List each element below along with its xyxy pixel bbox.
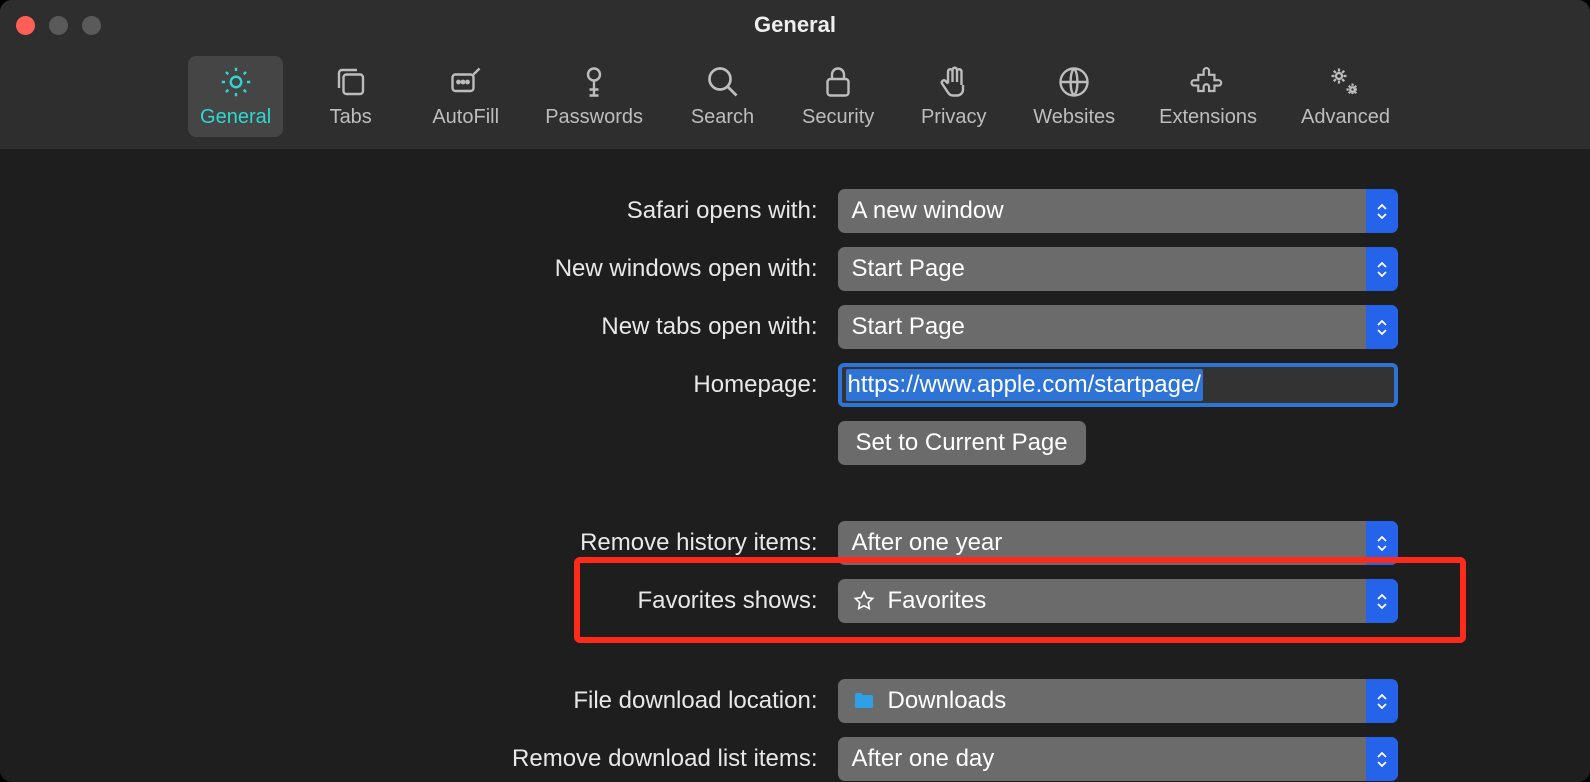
tab-label: Search bbox=[691, 106, 754, 129]
autofill-icon bbox=[448, 64, 484, 100]
preferences-window: General General Tabs AutoFill Passwords bbox=[0, 0, 1590, 782]
tab-label: AutoFill bbox=[432, 106, 499, 129]
hand-icon bbox=[936, 64, 972, 100]
tab-label: Privacy bbox=[921, 106, 987, 129]
key-icon bbox=[576, 64, 612, 100]
puzzle-icon bbox=[1190, 64, 1226, 100]
tab-general[interactable]: General bbox=[188, 56, 283, 137]
select-value: Start Page bbox=[852, 255, 1398, 283]
tab-label: Passwords bbox=[545, 106, 643, 129]
tab-search[interactable]: Search bbox=[675, 56, 770, 137]
select-value: After one year bbox=[852, 529, 1398, 557]
chevron-updown-icon bbox=[1366, 579, 1398, 623]
homepage-label: Homepage: bbox=[178, 371, 818, 399]
button-label: Set to Current Page bbox=[856, 429, 1068, 457]
tab-websites[interactable]: Websites bbox=[1021, 56, 1127, 137]
preferences-toolbar: General Tabs AutoFill Passwords Search bbox=[0, 50, 1590, 149]
new-tabs-label: New tabs open with: bbox=[178, 313, 818, 341]
homepage-input[interactable]: https://www.apple.com/startpage/ bbox=[838, 363, 1398, 407]
safari-opens-label: Safari opens with: bbox=[178, 197, 818, 225]
remove-history-select[interactable]: After one year bbox=[838, 521, 1398, 565]
remove-downloads-row: Remove download list items: After one da… bbox=[178, 737, 1413, 781]
tab-label: Tabs bbox=[330, 106, 372, 129]
homepage-row: Homepage: https://www.apple.com/startpag… bbox=[178, 363, 1413, 407]
chevron-updown-icon bbox=[1366, 737, 1398, 781]
star-icon bbox=[852, 589, 876, 613]
new-windows-label: New windows open with: bbox=[178, 255, 818, 283]
chevron-updown-icon bbox=[1366, 305, 1398, 349]
chevron-updown-icon bbox=[1366, 521, 1398, 565]
tab-label: General bbox=[200, 106, 271, 129]
preferences-content: Safari opens with: A new window New wind… bbox=[0, 149, 1590, 782]
set-to-current-page-button[interactable]: Set to Current Page bbox=[838, 421, 1086, 465]
tab-label: Security bbox=[802, 106, 874, 129]
traffic-lights bbox=[16, 16, 101, 35]
safari-opens-select[interactable]: A new window bbox=[838, 189, 1398, 233]
minimize-window-button[interactable] bbox=[49, 16, 68, 35]
file-download-label: File download location: bbox=[178, 687, 818, 715]
new-tabs-row: New tabs open with: Start Page bbox=[178, 305, 1413, 349]
tab-advanced[interactable]: Advanced bbox=[1289, 56, 1402, 137]
remove-downloads-select[interactable]: After one day bbox=[838, 737, 1398, 781]
tab-security[interactable]: Security bbox=[790, 56, 886, 137]
select-value: Favorites bbox=[888, 587, 1398, 615]
favorites-shows-select[interactable]: Favorites bbox=[838, 579, 1398, 623]
select-value: Downloads bbox=[888, 687, 1398, 715]
homepage-value: https://www.apple.com/startpage/ bbox=[846, 369, 1204, 401]
search-icon bbox=[705, 64, 741, 100]
lock-icon bbox=[820, 64, 856, 100]
folder-icon bbox=[852, 689, 876, 713]
tab-label: Websites bbox=[1033, 106, 1115, 129]
globe-icon bbox=[1056, 64, 1092, 100]
general-form: Safari opens with: A new window New wind… bbox=[178, 189, 1413, 782]
chevron-updown-icon bbox=[1366, 247, 1398, 291]
file-download-select[interactable]: Downloads bbox=[838, 679, 1398, 723]
favorites-shows-row: Favorites shows: Favorites bbox=[178, 579, 1413, 623]
window-title: General bbox=[754, 12, 836, 38]
new-windows-select[interactable]: Start Page bbox=[838, 247, 1398, 291]
tab-extensions[interactable]: Extensions bbox=[1147, 56, 1269, 137]
tab-label: Advanced bbox=[1301, 106, 1390, 129]
tabs-icon bbox=[333, 64, 369, 100]
new-windows-row: New windows open with: Start Page bbox=[178, 247, 1413, 291]
tab-tabs[interactable]: Tabs bbox=[303, 56, 398, 137]
tab-autofill[interactable]: AutoFill bbox=[418, 56, 513, 137]
tab-passwords[interactable]: Passwords bbox=[533, 56, 655, 137]
set-current-row: Set to Current Page bbox=[178, 421, 1413, 465]
file-download-row: File download location: Downloads bbox=[178, 679, 1413, 723]
close-window-button[interactable] bbox=[16, 16, 35, 35]
favorites-shows-label: Favorites shows: bbox=[178, 587, 818, 615]
maximize-window-button[interactable] bbox=[82, 16, 101, 35]
remove-history-label: Remove history items: bbox=[178, 529, 818, 557]
remove-downloads-label: Remove download list items: bbox=[178, 745, 818, 773]
gear-icon bbox=[218, 64, 254, 100]
select-value: Start Page bbox=[852, 313, 1398, 341]
remove-history-row: Remove history items: After one year bbox=[178, 521, 1413, 565]
chevron-updown-icon bbox=[1366, 679, 1398, 723]
safari-opens-row: Safari opens with: A new window bbox=[178, 189, 1413, 233]
chevron-updown-icon bbox=[1366, 189, 1398, 233]
select-value: A new window bbox=[852, 197, 1398, 225]
tab-privacy[interactable]: Privacy bbox=[906, 56, 1001, 137]
gears-icon bbox=[1327, 64, 1363, 100]
select-value: After one day bbox=[852, 745, 1398, 773]
tab-label: Extensions bbox=[1159, 106, 1257, 129]
titlebar: General bbox=[0, 0, 1590, 50]
new-tabs-select[interactable]: Start Page bbox=[838, 305, 1398, 349]
